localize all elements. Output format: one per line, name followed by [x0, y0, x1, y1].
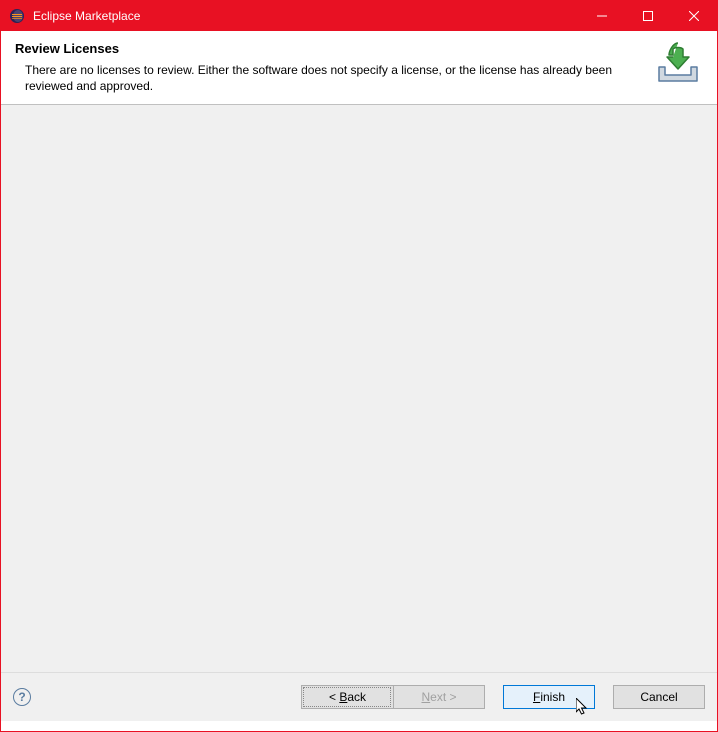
install-icon	[653, 41, 703, 85]
finish-button[interactable]: Finish	[503, 685, 595, 709]
window-title: Eclipse Marketplace	[33, 9, 579, 23]
window-controls	[579, 1, 717, 31]
minimize-button[interactable]	[579, 1, 625, 31]
titlebar: Eclipse Marketplace	[1, 1, 717, 31]
next-button: Next >	[393, 685, 485, 709]
cursor-icon	[576, 698, 588, 716]
wizard-header: Review Licenses There are no licenses to…	[1, 31, 717, 105]
back-label: < Back	[329, 690, 366, 704]
wizard-footer: ? < Back Next > Finish Cancel	[1, 673, 717, 721]
next-label: Next >	[421, 690, 456, 704]
help-icon[interactable]: ?	[13, 688, 31, 706]
page-title: Review Licenses	[15, 41, 643, 56]
back-button[interactable]: < Back	[301, 685, 393, 709]
maximize-button[interactable]	[625, 1, 671, 31]
eclipse-icon	[9, 8, 25, 24]
page-description: There are no licenses to review. Either …	[15, 62, 643, 94]
finish-label: Finish	[533, 690, 565, 704]
cancel-button[interactable]: Cancel	[613, 685, 705, 709]
content-area	[1, 105, 717, 673]
close-button[interactable]	[671, 1, 717, 31]
